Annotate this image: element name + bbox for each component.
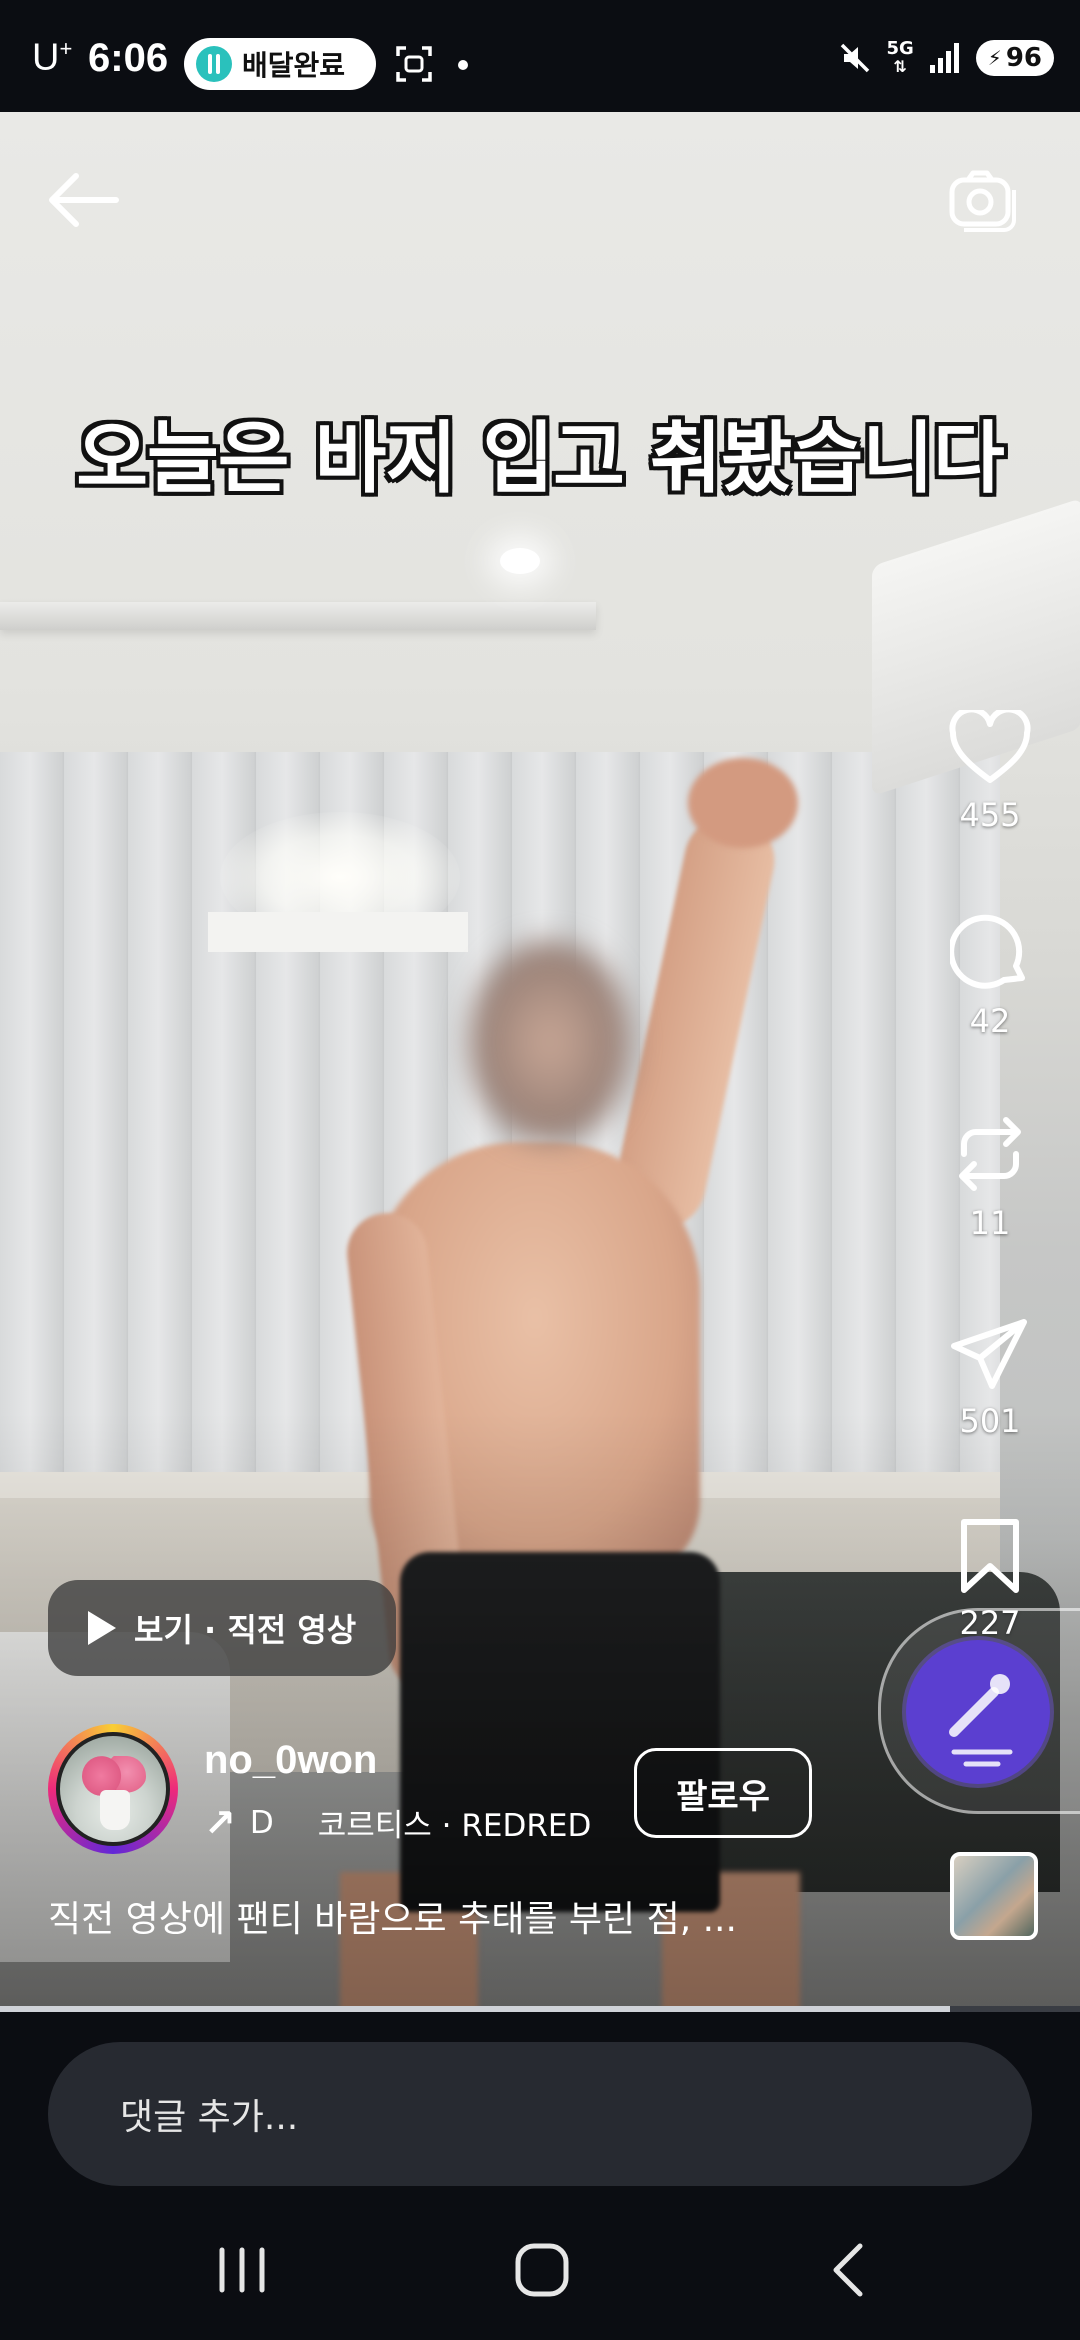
share-button[interactable]: 501 bbox=[940, 1316, 1040, 1440]
avatar[interactable] bbox=[56, 1732, 170, 1846]
comment-button[interactable]: 42 bbox=[940, 912, 1040, 1040]
author-username[interactable]: no_0won bbox=[204, 1738, 377, 1783]
person-head-blurred bbox=[470, 942, 630, 1142]
music-title: 코르티스 · REDRED bbox=[317, 1808, 592, 1844]
carrier-label: U+ bbox=[32, 36, 73, 79]
comment-count: 42 bbox=[969, 1002, 1011, 1040]
audio-thumbnail[interactable] bbox=[950, 1852, 1038, 1940]
voice-assistant-button[interactable] bbox=[906, 1640, 1050, 1784]
post-description[interactable]: 직전 영상에 팬티 바람으로 추태를 부린 점, ... bbox=[48, 1890, 848, 1942]
vase-image bbox=[100, 1790, 130, 1830]
repost-button[interactable]: 11 bbox=[940, 1114, 1040, 1242]
clock: 6:06 bbox=[88, 36, 169, 80]
share-count: 501 bbox=[959, 1402, 1021, 1440]
send-icon bbox=[951, 1319, 1027, 1389]
camera-icon[interactable] bbox=[948, 168, 1018, 232]
play-icon bbox=[88, 1611, 116, 1645]
person-hand bbox=[688, 758, 798, 848]
5g-icon: 5G ⇅ bbox=[886, 38, 914, 76]
like-count: 455 bbox=[959, 796, 1021, 834]
delivery-notification-pill[interactable]: 배달완료 bbox=[184, 38, 376, 90]
scan-icon bbox=[396, 46, 432, 82]
bookmark-icon bbox=[961, 1519, 1019, 1593]
trending-arrow-icon: ↗ bbox=[204, 1800, 236, 1845]
notification-pill-label: 배달완료 bbox=[242, 49, 346, 82]
comment-icon bbox=[950, 914, 1025, 989]
repost-icon bbox=[959, 1117, 1021, 1191]
battery-icon: ⚡ 96 bbox=[975, 40, 1054, 76]
previous-video-label: 보기 · 직전 영상 bbox=[134, 1611, 357, 1649]
follow-button[interactable]: 팔로우 bbox=[634, 1748, 812, 1838]
ceiling-rail bbox=[0, 602, 596, 630]
mute-icon bbox=[841, 43, 870, 73]
ceiling-light bbox=[500, 548, 540, 574]
like-button[interactable]: 455 bbox=[940, 710, 1040, 834]
comment-input[interactable]: 댓글 추가... bbox=[48, 2042, 1032, 2186]
back-icon[interactable] bbox=[808, 2238, 888, 2302]
wall-lamp bbox=[208, 912, 468, 952]
recent-apps-icon[interactable] bbox=[202, 2238, 282, 2302]
music-prefix: D bbox=[249, 1804, 274, 1841]
video-caption: 오늘은 바지 입고 춰봤습니다 bbox=[76, 414, 1005, 504]
notification-dot bbox=[458, 60, 468, 70]
baemin-logo-icon bbox=[196, 46, 232, 82]
repost-count: 11 bbox=[969, 1204, 1011, 1242]
previous-video-button[interactable]: 보기 · 직전 영상 bbox=[48, 1580, 396, 1676]
back-arrow-icon[interactable] bbox=[46, 170, 120, 230]
status-bar: U+ 6:06 배달완료 5G ⇅ ⚡ 96 bbox=[0, 0, 1080, 112]
microphone-icon bbox=[949, 1674, 1013, 1767]
heart-icon bbox=[949, 710, 1031, 783]
home-icon[interactable] bbox=[502, 2238, 582, 2302]
system-nav-bar bbox=[0, 2202, 1080, 2340]
signal-icon bbox=[929, 43, 959, 73]
music-info[interactable]: ↗ D 코르티스 · REDRED bbox=[204, 1800, 591, 1845]
